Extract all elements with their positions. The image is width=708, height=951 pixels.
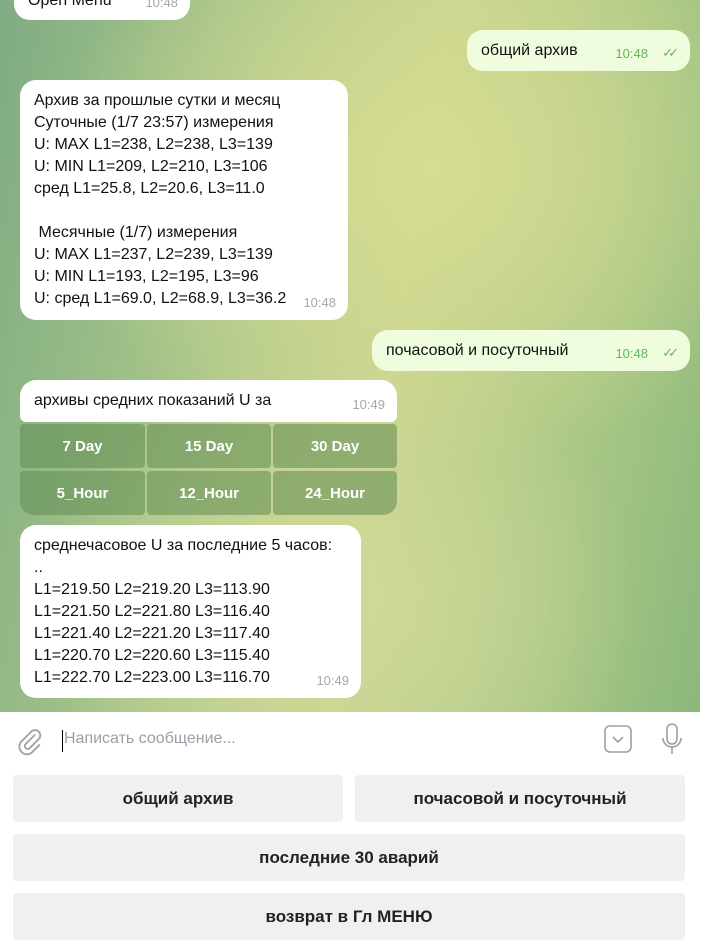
message-time: 10:49 <box>352 397 385 412</box>
message-in: архивы средних показаний U за 10:49 <box>20 380 397 422</box>
message-line: L1=219.50 L2=219.20 L3=113.90 <box>34 581 270 598</box>
message-time: 10:49 <box>316 673 349 688</box>
message-input[interactable]: Написать сообщение... <box>64 730 236 748</box>
inline-button-12-hour[interactable]: 12_Hour <box>147 471 271 515</box>
message-time: 10:48 <box>145 0 178 10</box>
inline-button-7-day[interactable]: 7 Day <box>20 424 145 468</box>
double-check-icon: ✓✓ <box>662 345 679 360</box>
text-caret <box>62 730 63 752</box>
message-line: U: MAX L1=237, L2=239, L3=139 <box>34 246 273 263</box>
message-line: L1=220.70 L2=220.60 L3=115.40 <box>34 647 270 664</box>
reply-button-main-menu[interactable]: возврат в Гл МЕНЮ <box>13 893 685 940</box>
reply-button-general-archive[interactable]: общий архив <box>13 775 343 822</box>
message-line: L1=222.70 L2=223.00 L3=116.70 <box>34 669 270 686</box>
inline-button-15-day[interactable]: 15 Day <box>147 424 271 468</box>
inline-button-24-hour[interactable]: 24_Hour <box>273 471 397 515</box>
message-text: архивы средних показаний U за <box>34 392 272 409</box>
message-line: Архив за прошлые сутки и месяц <box>34 92 281 109</box>
background-window-edge <box>700 0 708 951</box>
message-line: U: MAX L1=238, L2=238, L3=139 <box>34 136 273 153</box>
keyboard-toggle-icon[interactable] <box>603 724 633 754</box>
message-line: сред L1=25.8, L2=20.6, L3=11.0 <box>34 180 265 197</box>
message-in: Open Menu 10:48 <box>14 0 190 20</box>
message-line: U: MIN L1=193, L2=195, L3=96 <box>34 268 259 285</box>
reply-button-hourly-daily[interactable]: почасовой и посуточный <box>355 775 685 822</box>
reply-button-last-30-alarms[interactable]: последние 30 аварий <box>13 834 685 881</box>
message-out: почасовой и посуточный 10:48 ✓✓ <box>372 330 690 371</box>
message-time: 10:48 <box>303 295 336 310</box>
message-line: Суточные (1/7 23:57) измерения <box>34 114 274 131</box>
inline-button-5-hour[interactable]: 5_Hour <box>20 471 145 515</box>
message-input-bar: Написать сообщение... <box>0 712 700 770</box>
message-line: U: MIN L1=209, L2=210, L3=106 <box>34 158 268 175</box>
message-in: Архив за прошлые сутки и месяц Суточные (… <box>20 80 348 320</box>
chat-area: Open Menu 10:48 общий архив 10:48 ✓✓ Арх… <box>0 0 700 712</box>
message-line: Месячные (1/7) измерения <box>34 224 238 241</box>
message-time: 10:48 <box>615 46 648 61</box>
double-check-icon: ✓✓ <box>662 45 679 60</box>
microphone-icon[interactable] <box>660 722 684 756</box>
message-line: U: сред L1=69.0, L2=68.9, L3=36.2 <box>34 290 287 307</box>
message-line: .. <box>34 559 43 576</box>
message-out: общий архив 10:48 ✓✓ <box>467 30 690 71</box>
message-line <box>34 200 334 222</box>
message-in: среднечасовое U за последние 5 часов:.. L… <box>20 525 361 698</box>
message-line: среднечасовое U за последние 5 часов: <box>34 537 333 554</box>
message-time: 10:48 <box>615 346 648 361</box>
message-line: L1=221.40 L2=221.20 L3=117.40 <box>34 625 270 642</box>
message-line: L1=221.50 L2=221.80 L3=116.40 <box>34 603 270 620</box>
inline-button-30-day[interactable]: 30 Day <box>273 424 397 468</box>
paperclip-icon[interactable] <box>16 728 44 756</box>
